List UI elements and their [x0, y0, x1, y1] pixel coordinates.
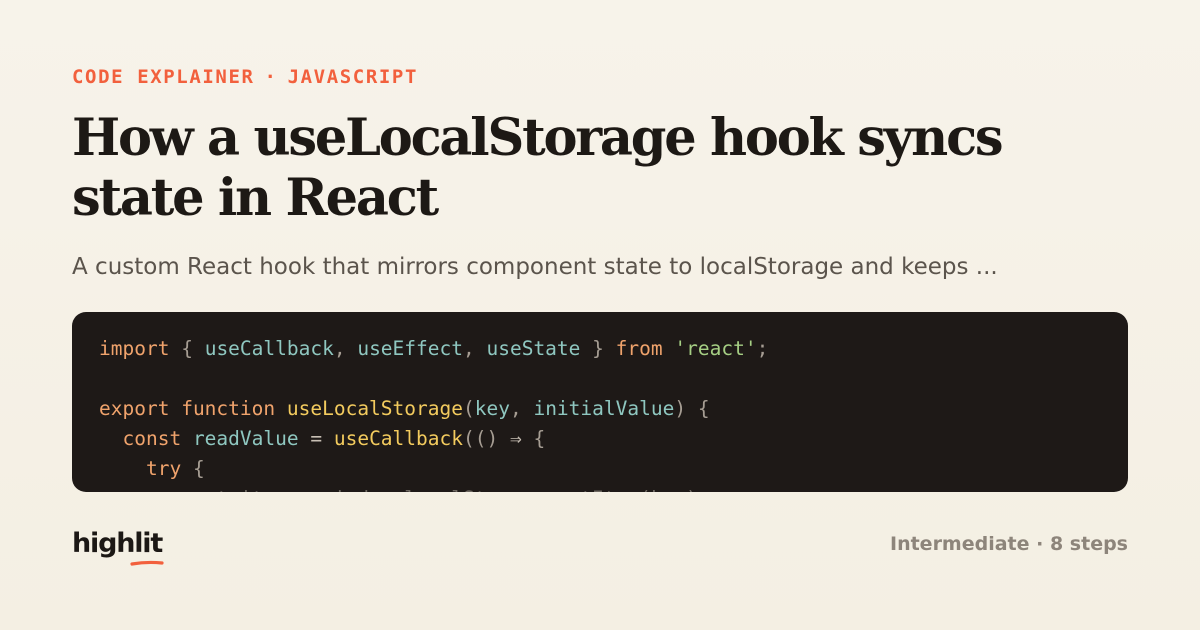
logo-underline-icon [130, 560, 164, 566]
page-title: How a useLocalStorage hook syncs state i… [72, 108, 1004, 228]
code-token: initialValue [533, 397, 675, 420]
code-line: const item = window.localStorage.getItem… [99, 484, 768, 492]
code-token: useState [486, 337, 581, 360]
logo-wordmark: highlit [72, 528, 163, 559]
code-line: export function useLocalStorage(key, ini… [99, 394, 768, 424]
code-token: { [181, 337, 193, 360]
code-token: key [474, 397, 510, 420]
code-block: import { useCallback, useEffect, useStat… [99, 334, 768, 492]
eyebrow-language: JAVASCRIPT [287, 66, 418, 88]
code-token: = [298, 427, 334, 450]
code-token: const [122, 427, 182, 450]
eyebrow-category: CODE EXPLAINER [72, 66, 255, 88]
eyebrow-separator: · [264, 66, 278, 88]
code-token: { [521, 427, 546, 450]
code-token: ) [674, 397, 687, 420]
code-token: 'react' [674, 337, 757, 360]
code-token: readValue [192, 427, 299, 450]
code-token: } [592, 337, 604, 360]
code-token: useEffect [357, 337, 463, 360]
code-token: from [615, 337, 663, 360]
brand-logo[interactable]: highlit [72, 528, 164, 568]
code-token: useCallback [204, 337, 334, 360]
page-subtitle: A custom React hook that mirrors compone… [72, 254, 998, 280]
difficulty-steps-meta: Intermediate · 8 steps [890, 533, 1128, 555]
code-line: const readValue = useCallback(() ⇒ { [99, 424, 768, 454]
code-token: , [509, 397, 534, 420]
code-token: (() [462, 427, 510, 450]
code-token: , [463, 337, 487, 360]
code-token: { [181, 457, 205, 480]
code-token: import [99, 337, 170, 360]
code-token: useLocalStorage [286, 397, 463, 420]
code-token: ; [756, 337, 769, 360]
code-token: { [697, 397, 710, 420]
code-token: function [181, 397, 276, 420]
eyebrow: CODE EXPLAINER · JAVASCRIPT [72, 66, 418, 88]
code-token: export [99, 397, 170, 420]
code-line: try { [99, 454, 768, 484]
code-token: try [145, 457, 182, 480]
code-token: useCallback [333, 427, 463, 450]
code-token: const item = window.localStorage.getItem… [99, 487, 709, 492]
code-preview: import { useCallback, useEffect, useStat… [72, 312, 1128, 492]
code-token: ⇒ [509, 427, 522, 450]
code-token: ( [462, 397, 475, 420]
code-token: , [333, 337, 358, 360]
code-line: import { useCallback, useEffect, useStat… [99, 334, 768, 364]
